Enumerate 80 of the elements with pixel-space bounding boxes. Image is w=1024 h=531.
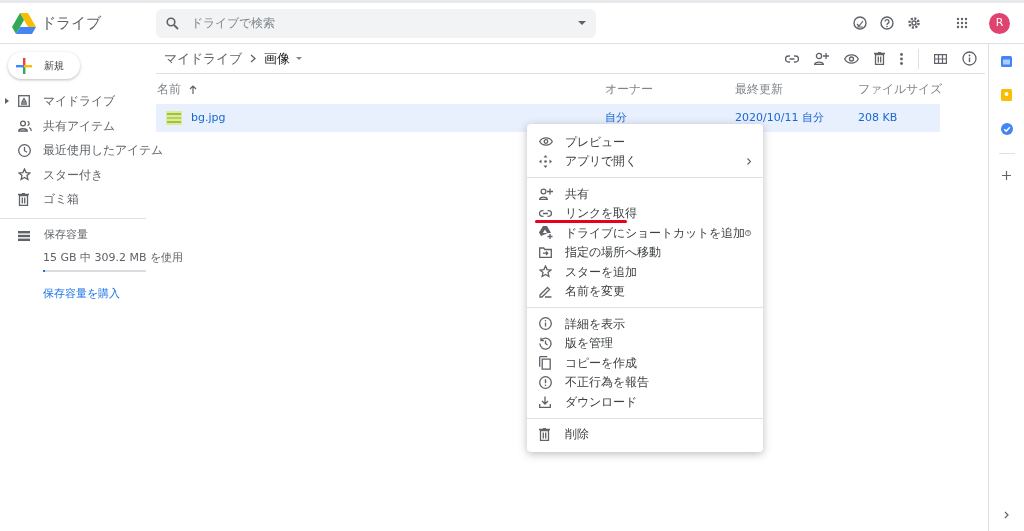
star-icon [18, 168, 31, 182]
breadcrumb-item[interactable]: マイドライブ [164, 48, 242, 69]
buy-storage-link[interactable]: 保存容量を購入 [43, 285, 146, 302]
alert-icon [539, 375, 552, 389]
column-header[interactable]: 名前 [157, 80, 181, 98]
eye-icon[interactable] [844, 53, 859, 64]
table-cell: 208 KB [858, 110, 898, 124]
menu-item[interactable]: ダウンロード [527, 392, 763, 412]
column-header[interactable]: オーナー [605, 80, 653, 98]
menu-item[interactable]: 版を管理 [527, 333, 763, 353]
people-icon [18, 119, 32, 132]
trash-icon [18, 192, 29, 206]
menu-item[interactable]: アプリで開く [527, 151, 763, 171]
trash-icon [539, 427, 550, 441]
file-name: bg.jpg [191, 109, 226, 126]
storage-icon [18, 230, 30, 241]
link-icon [539, 209, 552, 217]
chevron-right-icon[interactable] [1004, 511, 1009, 519]
menu-item[interactable]: 不正行為を報告 [527, 372, 763, 392]
download-icon [539, 395, 551, 408]
info-icon [539, 317, 552, 331]
link-icon[interactable] [785, 54, 799, 63]
add-person-icon [539, 187, 553, 200]
menu-item[interactable]: 名前を変更 [527, 281, 763, 301]
move-arrows-icon [539, 154, 552, 168]
menu-item[interactable]: ドライブにショートカットを追加 [527, 223, 763, 243]
menu-item[interactable]: 詳細を表示 [527, 314, 763, 334]
search-icon [166, 16, 179, 30]
add-person-icon[interactable] [814, 52, 829, 65]
file-row[interactable]: bg.jpg 自分 2020/10/11 自分 208 KB [156, 104, 940, 132]
sort-arrow-icon[interactable] [189, 84, 197, 94]
check-icon[interactable] [1000, 123, 1013, 135]
sidebar-item[interactable]: スター付き [0, 162, 103, 187]
expand-arrow-icon[interactable] [5, 98, 9, 105]
history-icon [539, 336, 552, 350]
search-input[interactable]: ドライブで検索 [191, 14, 566, 32]
eye-icon [539, 137, 553, 147]
table-cell: 2020/10/11 自分 [735, 110, 824, 124]
sidebar-item[interactable]: 共有アイテム [0, 113, 115, 138]
storage-usage-text: 15 GB 中 309.2 MB を使用 [43, 250, 184, 265]
dropdown-icon[interactable] [578, 21, 586, 25]
drive-folder-icon [18, 95, 30, 108]
apps-grid-icon[interactable] [956, 17, 968, 29]
menu-item[interactable]: リンクを取得 [527, 203, 763, 223]
drive-logo-icon [12, 12, 36, 34]
sidebar-item[interactable]: マイドライブ [0, 89, 115, 114]
settings-icon[interactable] [907, 16, 921, 30]
dropdown-icon [296, 57, 302, 60]
menu-item[interactable]: 削除 [527, 424, 763, 444]
copy-icon [539, 355, 551, 370]
column-header[interactable]: 最終更新 [735, 80, 783, 98]
grid-view-icon[interactable] [934, 53, 947, 64]
check-circle-icon[interactable] [853, 16, 867, 30]
sidebar-item[interactable]: ゴミ箱 [0, 187, 79, 212]
trash-icon[interactable] [874, 52, 885, 65]
drive-add-icon [539, 226, 553, 240]
chevron-right-icon [250, 54, 256, 63]
app-name: ドライブ [41, 12, 101, 34]
star-icon [539, 265, 552, 279]
new-button[interactable]: 新規 [8, 52, 80, 79]
menu-item[interactable]: 指定の場所へ移動 [527, 242, 763, 262]
more-icon[interactable] [900, 52, 903, 65]
plus-icon [16, 57, 32, 74]
menu-item[interactable]: プレビュー [527, 132, 763, 152]
table-cell: 自分 [605, 110, 627, 124]
menu-item[interactable]: 共有 [527, 184, 763, 204]
help-icon[interactable] [880, 16, 894, 30]
avatar[interactable]: R [989, 12, 1010, 34]
column-header[interactable]: ファイルサイズ [858, 80, 942, 98]
breadcrumb-item[interactable]: 画像 [264, 48, 302, 69]
search-field[interactable]: ドライブで検索 [156, 8, 596, 38]
menu-item[interactable]: スターを追加 [527, 262, 763, 282]
add-icon[interactable] [1002, 171, 1011, 180]
sidebar-item[interactable]: 最近使用したアイテム [0, 138, 163, 163]
clock-icon [18, 143, 31, 157]
menu-item[interactable]: コピーを作成 [527, 353, 763, 373]
pencil-icon [539, 284, 552, 298]
storage-label: 保存容量 [44, 227, 88, 244]
folder-move-icon [539, 246, 552, 258]
info-icon[interactable] [962, 51, 977, 66]
